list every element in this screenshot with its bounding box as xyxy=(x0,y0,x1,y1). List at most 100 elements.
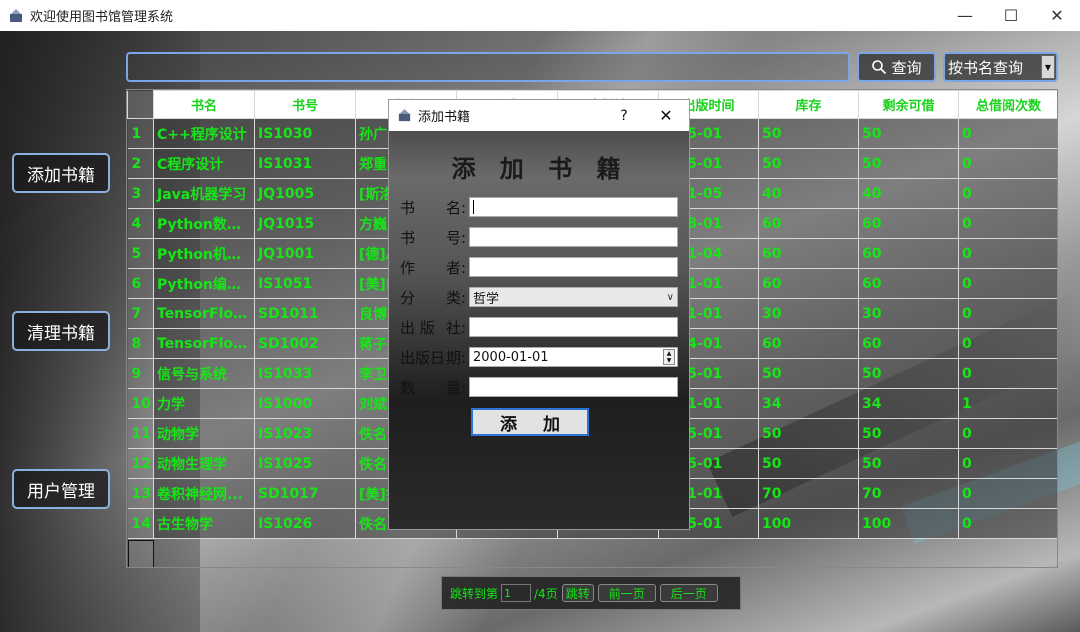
table-cell[interactable]: 50 xyxy=(858,448,959,479)
table-cell[interactable]: 100 xyxy=(758,508,859,539)
table-cell[interactable]: 60 xyxy=(758,238,859,269)
table-cell[interactable]: 卷积神经网... xyxy=(153,478,255,509)
publisher-input[interactable] xyxy=(469,317,678,337)
table-cell[interactable]: 古生物学 xyxy=(153,508,255,539)
table-cell[interactable]: Python编程... xyxy=(153,268,255,299)
table-cell[interactable]: SD1017 xyxy=(254,478,356,509)
table-cell[interactable]: 50 xyxy=(858,418,959,449)
table-cell[interactable]: TensorFlow... xyxy=(153,328,255,359)
clear-books-button[interactable]: 清理书籍 xyxy=(12,311,110,351)
table-cell[interactable]: IS1026 xyxy=(254,508,356,539)
table-cell[interactable]: 70 xyxy=(758,478,859,509)
table-cell[interactable]: 0 xyxy=(958,178,1057,209)
table-cell[interactable]: 60 xyxy=(858,328,959,359)
table-cell[interactable]: 动物学 xyxy=(153,418,255,449)
table-cell[interactable]: 50 xyxy=(758,118,859,149)
table-cell[interactable]: 0 xyxy=(958,328,1057,359)
quantity-input[interactable] xyxy=(469,377,678,397)
table-cell[interactable]: 60 xyxy=(758,328,859,359)
search-button[interactable]: 查询 xyxy=(857,52,936,82)
table-cell[interactable]: 0 xyxy=(958,298,1057,329)
date-spinner-icon[interactable]: ▲ ▼ xyxy=(663,349,675,365)
table-cell[interactable]: JQ1015 xyxy=(254,208,356,239)
table-cell[interactable]: JQ1005 xyxy=(254,178,356,209)
table-cell[interactable]: 0 xyxy=(958,208,1057,239)
isbn-input[interactable] xyxy=(469,227,678,247)
table-cell[interactable]: 0 xyxy=(958,448,1057,479)
table-cell[interactable]: Java机器学习 xyxy=(153,178,255,209)
table-cell[interactable]: IS1031 xyxy=(254,148,356,179)
column-header[interactable]: 剩余可借 xyxy=(858,90,959,119)
table-cell[interactable]: 50 xyxy=(758,358,859,389)
table-cell[interactable]: 50 xyxy=(858,358,959,389)
table-cell[interactable]: 40 xyxy=(858,178,959,209)
table-cell[interactable]: Python机器... xyxy=(153,238,255,269)
column-header[interactable]: 总借阅次数 xyxy=(958,90,1057,119)
table-cell[interactable]: 0 xyxy=(958,418,1057,449)
table-cell[interactable]: IS1000 xyxy=(254,388,356,419)
table-cell[interactable]: C++程序设计 xyxy=(153,118,255,149)
column-header[interactable]: 库存 xyxy=(758,90,859,119)
table-cell[interactable]: 70 xyxy=(858,478,959,509)
table-cell[interactable]: 30 xyxy=(758,298,859,329)
table-cell[interactable]: 40 xyxy=(758,178,859,209)
table-cell[interactable]: 0 xyxy=(958,478,1057,509)
publish-date-input[interactable]: 2000-01-01 ▲ ▼ xyxy=(469,347,678,367)
chevron-down-icon[interactable]: ∨ xyxy=(667,292,674,303)
next-page-button[interactable]: 后一页 xyxy=(659,584,718,602)
prev-page-button[interactable]: 前一页 xyxy=(597,584,656,602)
table-cell[interactable]: 0 xyxy=(958,508,1057,539)
table-cell[interactable]: 50 xyxy=(858,118,959,149)
jump-button[interactable]: 跳转 xyxy=(561,584,594,602)
table-cell[interactable]: IS1025 xyxy=(254,448,356,479)
title-input[interactable] xyxy=(469,197,678,217)
table-cell[interactable]: 信号与系统 xyxy=(153,358,255,389)
table-cell[interactable]: 0 xyxy=(958,118,1057,149)
column-header[interactable]: 书名 xyxy=(153,90,255,119)
table-cell[interactable]: 50 xyxy=(858,148,959,179)
table-cell[interactable]: 动物生理学 xyxy=(153,448,255,479)
chevron-down-icon[interactable]: ▼ xyxy=(1041,55,1055,79)
table-cell[interactable]: 0 xyxy=(958,358,1057,389)
table-cell[interactable]: 0 xyxy=(958,148,1057,179)
help-icon[interactable]: ? xyxy=(615,100,633,131)
table-cell[interactable]: 0 xyxy=(958,238,1057,269)
table-cell[interactable]: 力学 xyxy=(153,388,255,419)
page-number-input[interactable]: 1 xyxy=(501,584,532,602)
table-cell[interactable]: 60 xyxy=(858,208,959,239)
table-cell[interactable]: SD1002 xyxy=(254,328,356,359)
user-management-button[interactable]: 用户管理 xyxy=(12,469,110,509)
table-cell[interactable]: 60 xyxy=(858,238,959,269)
category-select[interactable]: 哲学 ∨ xyxy=(469,287,678,307)
table-cell[interactable]: 30 xyxy=(858,298,959,329)
table-cell[interactable]: 100 xyxy=(858,508,959,539)
table-cell[interactable]: IS1023 xyxy=(254,418,356,449)
column-header[interactable]: 书号 xyxy=(254,90,356,119)
table-cell[interactable]: 50 xyxy=(758,418,859,449)
author-input[interactable] xyxy=(469,257,678,277)
table-cell[interactable]: 60 xyxy=(758,268,859,299)
table-cell[interactable]: 60 xyxy=(758,208,859,239)
table-cell[interactable]: Python数据... xyxy=(153,208,255,239)
table-cell[interactable]: IS1051 xyxy=(254,268,356,299)
table-cell[interactable]: 60 xyxy=(858,268,959,299)
table-cell[interactable]: 0 xyxy=(958,268,1057,299)
search-input[interactable] xyxy=(126,52,850,82)
table-cell[interactable]: TensorFlow... xyxy=(153,298,255,329)
minimize-icon[interactable]: — xyxy=(942,0,988,31)
table-cell[interactable]: JQ1001 xyxy=(254,238,356,269)
table-cell[interactable]: 34 xyxy=(858,388,959,419)
table-cell[interactable]: 50 xyxy=(758,448,859,479)
table-cell[interactable]: IS1033 xyxy=(254,358,356,389)
table-cell[interactable]: SD1011 xyxy=(254,298,356,329)
table-cell[interactable]: IS1030 xyxy=(254,118,356,149)
table-cell[interactable]: 34 xyxy=(758,388,859,419)
search-mode-select[interactable]: 按书名查询 ▼ xyxy=(943,52,1058,82)
table-cell[interactable]: 1 xyxy=(958,388,1057,419)
table-cell[interactable]: C程序设计 xyxy=(153,148,255,179)
table-cell[interactable]: 50 xyxy=(758,148,859,179)
add-submit-button[interactable]: 添 加 xyxy=(471,408,589,436)
dialog-close-icon[interactable]: ✕ xyxy=(651,100,681,131)
maximize-icon[interactable]: ☐ xyxy=(988,0,1034,31)
add-book-button[interactable]: 添加书籍 xyxy=(12,153,110,193)
